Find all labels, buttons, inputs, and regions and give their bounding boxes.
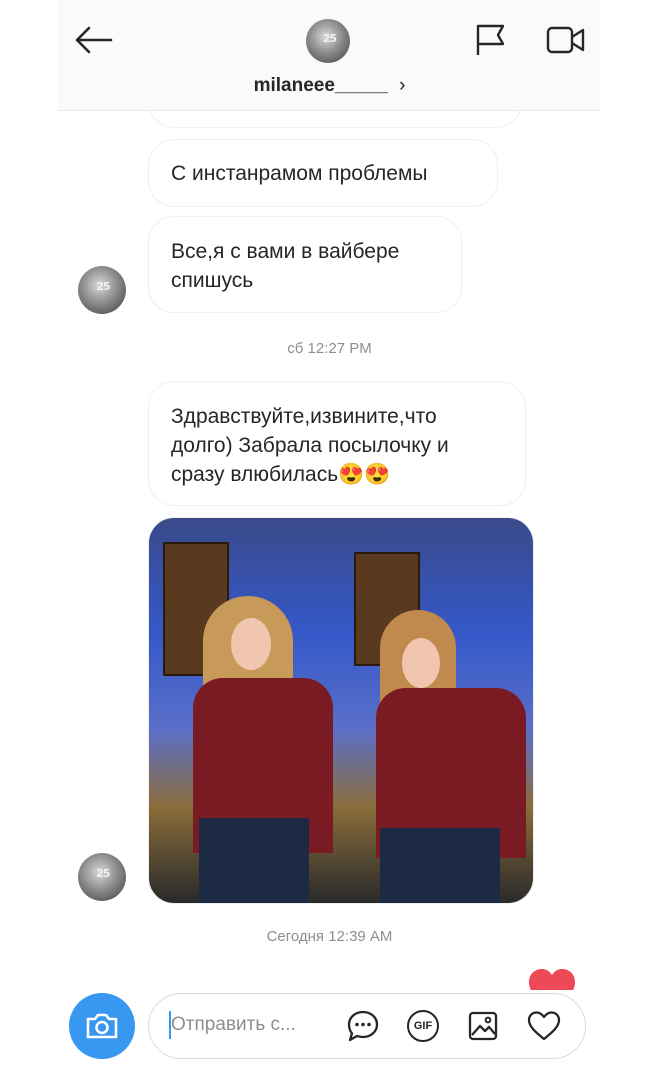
username-label: milaneee_____ bbox=[253, 75, 388, 96]
chat-bubble-icon bbox=[347, 1010, 379, 1042]
video-call-icon bbox=[546, 26, 585, 54]
jeans-shape bbox=[199, 818, 309, 903]
message-text-line: спишусь bbox=[171, 269, 254, 292]
sender-avatar[interactable]: 25 bbox=[78, 853, 126, 901]
camera-button[interactable] bbox=[69, 993, 135, 1059]
message-text-line: сразу влюбилась😍😍 bbox=[171, 463, 391, 486]
gallery-icon bbox=[468, 1011, 498, 1041]
back-arrow-icon bbox=[75, 26, 113, 54]
message-text: С инстанрамом проблемы bbox=[171, 162, 428, 185]
message-text-line: Здравствуйте,извините,что bbox=[171, 405, 437, 428]
chat-button[interactable] bbox=[345, 1008, 381, 1044]
message-bubble[interactable]: Все,я с вами в вайбере спишусь bbox=[148, 216, 462, 313]
flag-button-top[interactable] bbox=[470, 20, 510, 60]
message-text-line: долго) Забрала посылочку и bbox=[171, 434, 449, 457]
camera-icon bbox=[86, 1013, 118, 1039]
back-button-top[interactable] bbox=[70, 18, 116, 62]
message-composer[interactable]: Отправить с... GIF bbox=[148, 993, 586, 1059]
flag-icon bbox=[476, 24, 505, 55]
face-shape bbox=[231, 618, 271, 670]
photo-message[interactable] bbox=[148, 517, 534, 904]
timestamp: Сегодня 12:39 AM bbox=[266, 928, 393, 945]
message-bubble[interactable]: Здравствуйте,извините,что долго) Забрала… bbox=[148, 381, 526, 506]
gif-button[interactable]: GIF bbox=[405, 1008, 441, 1044]
gallery-button[interactable] bbox=[465, 1008, 501, 1044]
header-avatar-top[interactable]: 25 bbox=[306, 19, 350, 63]
gif-icon: GIF bbox=[407, 1010, 439, 1042]
username-title-top[interactable]: milaneee_____ › bbox=[0, 75, 659, 97]
timestamp: сб 12:27 PM bbox=[287, 340, 372, 357]
video-call-button-top[interactable] bbox=[544, 20, 588, 60]
chevron-right-icon: › bbox=[399, 75, 406, 96]
sender-avatar[interactable]: 25 bbox=[78, 266, 126, 314]
jeans-shape bbox=[380, 828, 500, 903]
gif-label: GIF bbox=[413, 1020, 433, 1032]
heart-button[interactable] bbox=[525, 1008, 563, 1044]
message-bubble[interactable]: С инстанрамом проблемы bbox=[148, 139, 498, 207]
message-text-line: Все,я с вами в вайбере bbox=[171, 240, 400, 263]
avatar-number: 25 bbox=[96, 867, 110, 881]
heart-reaction-icon bbox=[527, 968, 577, 990]
face-shape bbox=[402, 638, 440, 688]
avatar-number: 25 bbox=[322, 32, 337, 46]
message-input[interactable]: Отправить с... bbox=[171, 1014, 296, 1036]
avatar-number: 25 bbox=[96, 280, 110, 294]
photo-panel-right bbox=[340, 518, 533, 903]
photo-panel-left bbox=[149, 518, 340, 903]
heart-icon bbox=[527, 1011, 561, 1041]
